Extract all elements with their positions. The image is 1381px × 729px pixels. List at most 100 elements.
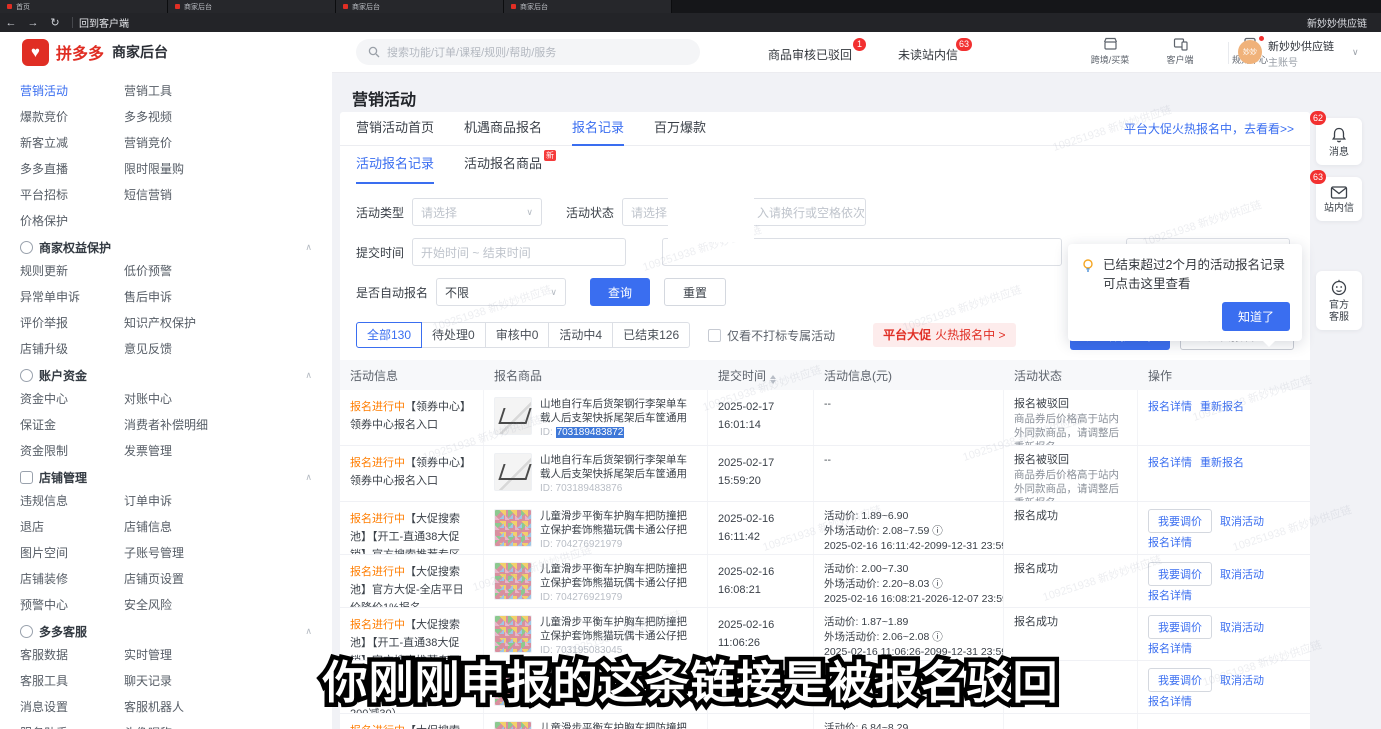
activity-type-select[interactable]: 请选择∨ [412,198,542,226]
re-signup-link[interactable]: 重新报名 [1200,401,1244,413]
product-image[interactable] [494,509,532,547]
sidebar-item[interactable]: 价格保护 [20,212,124,229]
adjust-price-button[interactable]: 我要调价 [1148,562,1212,586]
sidebar-item[interactable]: 对账中心 [124,390,318,407]
global-search-input[interactable]: 搜索功能/订单/课程/规则/帮助/服务 [356,39,700,65]
re-signup-link[interactable]: 重新报名 [1200,457,1244,469]
product-id[interactable]: ID: 704276921979 [540,592,697,603]
sidebar-item[interactable]: 图片空间 [20,544,124,561]
browser-tab[interactable]: 商家后台 [504,0,672,13]
product-title[interactable]: 儿童滑步平衡车护胸车把防撞把立保护套饰熊猫玩偶卡通公仔把手袋 [540,509,697,537]
sidebar-item[interactable]: 预警中心 [20,596,124,613]
sidebar-item[interactable]: 店铺升级 [20,340,124,357]
site-mail-entry[interactable]: 63 站内信 [1316,177,1362,221]
product-id[interactable]: ID: 703189483872 [540,427,697,438]
official-support-entry[interactable]: 官方客服 [1316,271,1362,330]
sidebar-item[interactable]: 发票管理 [124,442,318,459]
sidebar-item[interactable]: 售后申诉 [124,288,318,305]
sort-icon[interactable] [770,375,776,384]
sidebar-item[interactable]: 营销工具 [124,82,318,99]
pinduoduo-logo[interactable]: ♥ [22,39,49,66]
subtab-activity-records[interactable]: 活动报名记录 [356,146,434,184]
sidebar-item[interactable]: 消费者补偿明细 [124,416,318,433]
chip-all[interactable]: 全部130 [356,322,422,348]
sidebar-item[interactable]: 服务助手 [20,724,124,729]
tab-opportunity-signup[interactable]: 机遇商品报名 [464,112,542,146]
sidebar-item[interactable]: 评价举报 [20,314,124,331]
sidebar-item[interactable]: 订单申诉 [124,492,318,509]
sidebar-item[interactable]: 头像昵称 [124,724,318,729]
signup-detail-link[interactable]: 报名详情 [1148,457,1192,469]
sidebar-section-account-funds[interactable]: 账户资金 ∧ [20,367,318,384]
sidebar-item[interactable]: 规则更新 [20,262,124,279]
sidebar-item[interactable]: 安全风险 [124,596,318,613]
crossborder-entry[interactable]: 跨境/买菜 [1086,37,1134,66]
sidebar-item[interactable]: 店铺信息 [124,518,318,535]
search-button[interactable]: 查询 [590,278,650,306]
chip-active[interactable]: 活动中4 [548,322,613,348]
collapse-icon[interactable]: ∧ [305,472,312,483]
account-info[interactable]: 新妙妙供应链 主账号 [1268,38,1334,69]
col-submit-time[interactable]: 提交时间 [708,367,814,384]
sidebar-item[interactable]: 限时限量购 [124,160,318,177]
cancel-activity-link[interactable]: 取消活动 [1220,516,1264,528]
sidebar-item[interactable]: 违规信息 [20,492,124,509]
chip-reviewing[interactable]: 审核中0 [485,322,550,348]
product-title[interactable]: 山地自行车后货架钢行李架单车载人后支架快拆尾架后车筐通用骑行装备 [540,397,697,425]
sidebar-item[interactable]: 意见反馈 [124,340,318,357]
back-icon[interactable]: ← [0,17,22,29]
sidebar-item[interactable]: 店铺页设置 [124,570,318,587]
subtab-activity-goods[interactable]: 活动报名商品新 [464,146,542,184]
sidebar-item[interactable]: 新客立减 [20,134,124,151]
sidebar-item[interactable]: 多多视频 [124,108,318,125]
product-image[interactable] [494,721,532,729]
sidebar-item[interactable]: 资金中心 [20,390,124,407]
tab-signup-records[interactable]: 报名记录 [572,112,624,146]
product-image[interactable] [494,453,532,491]
adjust-price-button[interactable]: 我要调价 [1148,509,1212,533]
collapse-icon[interactable]: ∧ [305,242,312,253]
chevron-down-icon[interactable]: ∨ [1352,47,1359,58]
cancel-activity-link[interactable]: 取消活动 [1220,569,1264,581]
collapse-icon[interactable]: ∧ [305,626,312,637]
review-rejected-link[interactable]: 商品审核已驳回1 [768,46,852,63]
sidebar-item[interactable]: 子账号管理 [124,544,318,561]
product-title[interactable]: 山地自行车后货架钢行李架单车载人后支架快拆尾架后车筐通用骑行装备 [540,453,697,481]
sidebar-item[interactable]: 资金限制 [20,442,124,459]
reset-button[interactable]: 重置 [664,278,726,306]
sidebar-section-merchant-rights[interactable]: 商家权益保护 ∧ [20,239,318,256]
chip-ended[interactable]: 已结束126 [612,322,690,348]
sidebar-item[interactable]: 多多直播 [20,160,124,177]
sidebar-section-shop-management[interactable]: 店铺管理 ∧ [20,469,318,486]
sidebar-item[interactable]: 保证金 [20,416,124,433]
avatar[interactable]: 妙妙 [1238,40,1262,64]
browser-tab[interactable]: 商家后台 [336,0,504,13]
product-title[interactable]: 儿童滑步平衡车护胸车把防撞把立保护套饰熊猫玩偶卡通公仔把手袋 [540,615,697,643]
sidebar-item[interactable]: 知识产权保护 [124,314,318,331]
sidebar-item[interactable]: 退店 [20,518,124,535]
promo-link[interactable]: 平台大促火热报名中，去看看>> [1124,112,1294,146]
browser-profile-name[interactable]: 新妙妙供应链 [1307,15,1367,30]
product-image[interactable] [494,562,532,600]
tab-marketing-home[interactable]: 营销活动首页 [356,112,434,146]
tab-million-hot[interactable]: 百万爆款 [654,112,706,146]
product-title[interactable]: 儿童滑步平衡车护胸车把防撞把立保护套饰熊猫玩偶卡通公仔把手袋 [540,562,697,590]
adjust-price-button[interactable]: 我要调价 [1148,615,1212,639]
cancel-activity-link[interactable]: 取消活动 [1220,622,1264,634]
collapse-icon[interactable]: ∧ [305,370,312,381]
unread-mail-link[interactable]: 未读站内信63 [898,46,958,63]
product-id[interactable]: ID: 704276921979 [540,539,697,550]
sidebar-item[interactable]: 平台招标 [20,186,124,203]
signup-detail-link[interactable]: 报名详情 [1148,401,1192,413]
product-title[interactable]: 儿童滑步平衡车护胸车把防撞把立保护套饰熊猫玩偶卡通公仔把手袋 [540,721,697,729]
reload-icon[interactable]: ↻ [44,16,66,29]
got-it-button[interactable]: 知道了 [1222,302,1290,331]
sidebar-item-marketing-activity[interactable]: 营销活动 [20,82,124,99]
product-image[interactable] [494,397,532,435]
chip-pending[interactable]: 待处理0 [421,322,486,348]
signup-detail-link[interactable]: 报名详情 [1148,590,1192,602]
forward-icon[interactable]: → [22,17,44,29]
extra-filter-input[interactable] [662,238,1062,266]
sidebar-section-customer-service[interactable]: 多多客服 ∧ [20,623,318,640]
sidebar-item[interactable]: 店铺装修 [20,570,124,587]
